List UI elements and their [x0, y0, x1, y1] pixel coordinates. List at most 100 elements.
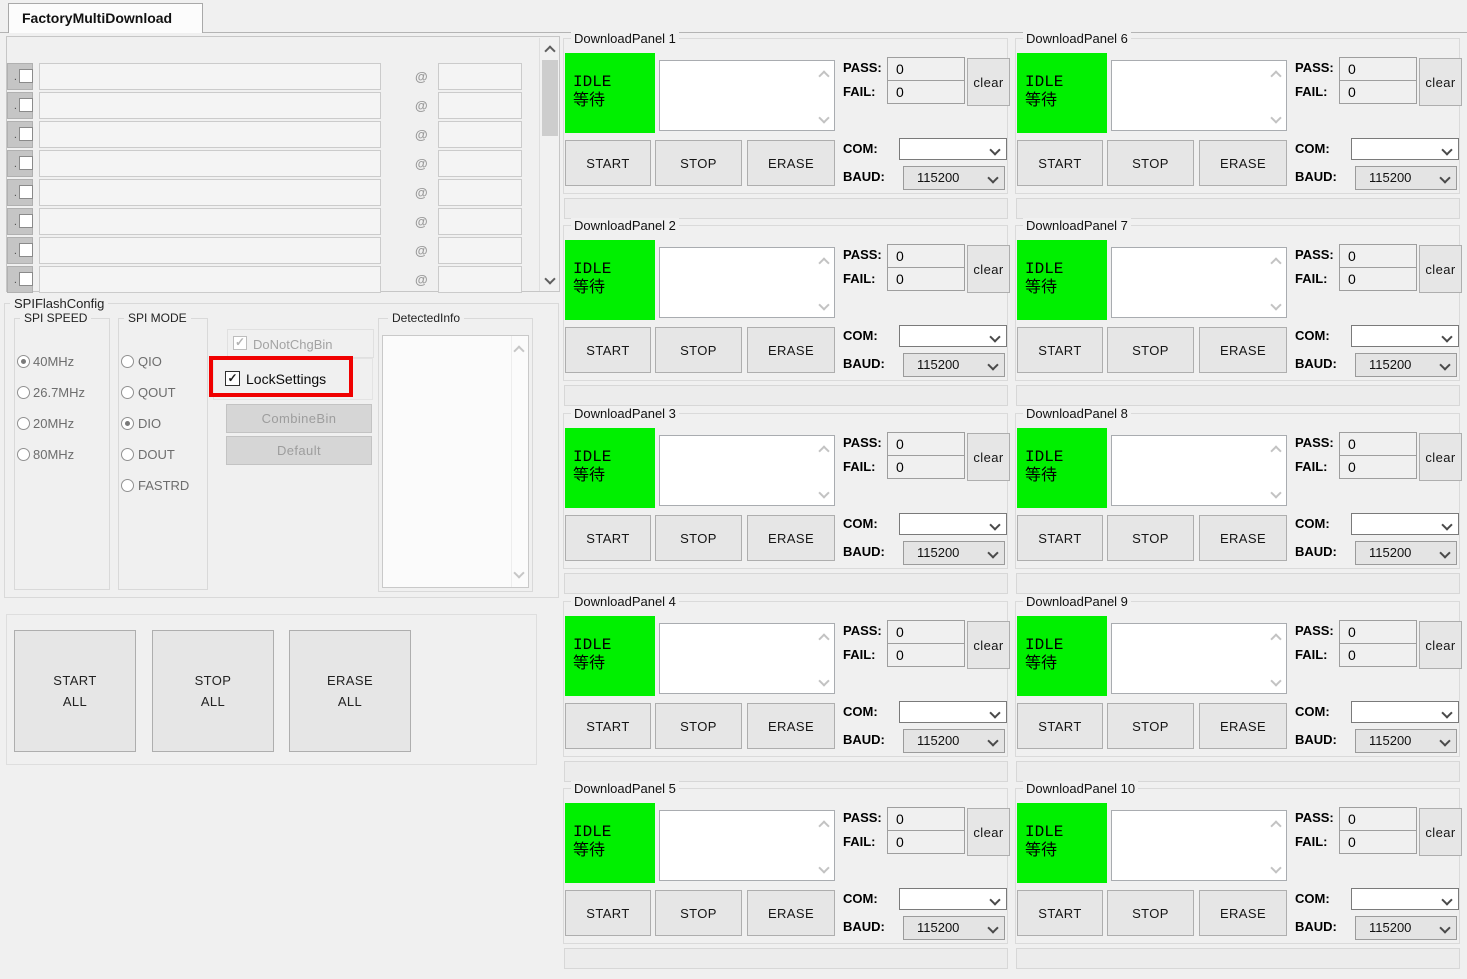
- file-row-checkbox[interactable]: [19, 243, 33, 257]
- baud-rate-select[interactable]: 115200: [903, 166, 1005, 190]
- radio-40mhz[interactable]: [17, 355, 30, 368]
- erase-button[interactable]: ERASE: [1199, 140, 1287, 186]
- start-button[interactable]: START: [565, 140, 651, 186]
- start-all-button[interactable]: START ALL: [14, 630, 136, 752]
- com-port-select[interactable]: [1351, 888, 1459, 910]
- address-input[interactable]: [438, 150, 522, 177]
- scroll-up-icon[interactable]: [819, 444, 829, 454]
- scroll-up-icon[interactable]: [1271, 256, 1281, 266]
- scroll-down-icon[interactable]: [819, 677, 829, 687]
- scroll-down-icon[interactable]: [1271, 677, 1281, 687]
- file-path-input[interactable]: [39, 179, 381, 206]
- address-input[interactable]: [438, 121, 522, 148]
- pass-count-field[interactable]: 0: [887, 57, 965, 81]
- fail-count-field[interactable]: 0: [887, 80, 965, 104]
- erase-button[interactable]: ERASE: [747, 140, 835, 186]
- scroll-down-icon[interactable]: [819, 864, 829, 874]
- radio-26-7mhz[interactable]: [17, 386, 30, 399]
- baud-rate-select[interactable]: 115200: [903, 729, 1005, 753]
- panel-log-area[interactable]: [1111, 435, 1287, 506]
- erase-button[interactable]: ERASE: [1199, 890, 1287, 936]
- file-row-checkbox[interactable]: [19, 127, 33, 141]
- clear-button[interactable]: clear: [1419, 808, 1462, 856]
- pass-count-field[interactable]: 0: [887, 244, 965, 268]
- clear-button[interactable]: clear: [967, 58, 1010, 106]
- scroll-up-icon[interactable]: [819, 819, 829, 829]
- fail-count-field[interactable]: 0: [887, 643, 965, 667]
- address-input[interactable]: [438, 92, 522, 119]
- panel-log-area[interactable]: [1111, 810, 1287, 881]
- com-port-select[interactable]: [1351, 138, 1459, 160]
- clear-button[interactable]: clear: [967, 433, 1010, 481]
- file-row-checkbox[interactable]: [19, 69, 33, 83]
- fail-count-field[interactable]: 0: [1339, 643, 1417, 667]
- baud-rate-select[interactable]: 115200: [1355, 916, 1457, 940]
- address-input[interactable]: [438, 237, 522, 264]
- scroll-down-icon[interactable]: [819, 489, 829, 499]
- pass-count-field[interactable]: 0: [1339, 807, 1417, 831]
- address-input[interactable]: [438, 179, 522, 206]
- panel-log-area[interactable]: [659, 435, 835, 506]
- pass-count-field[interactable]: 0: [1339, 57, 1417, 81]
- pass-count-field[interactable]: 0: [1339, 620, 1417, 644]
- address-input[interactable]: [438, 208, 522, 235]
- pass-count-field[interactable]: 0: [1339, 244, 1417, 268]
- baud-rate-select[interactable]: 115200: [1355, 353, 1457, 377]
- radio-dio[interactable]: [121, 417, 134, 430]
- erase-button[interactable]: ERASE: [747, 515, 835, 561]
- scroll-up-icon[interactable]: [1271, 444, 1281, 454]
- stop-button[interactable]: STOP: [1107, 327, 1194, 373]
- baud-rate-select[interactable]: 115200: [1355, 541, 1457, 565]
- baud-rate-select[interactable]: 115200: [903, 916, 1005, 940]
- fail-count-field[interactable]: 0: [1339, 80, 1417, 104]
- com-port-select[interactable]: [1351, 325, 1459, 347]
- radio-80mhz[interactable]: [17, 448, 30, 461]
- clear-button[interactable]: clear: [1419, 433, 1462, 481]
- start-button[interactable]: START: [565, 890, 651, 936]
- panel-log-area[interactable]: [659, 60, 835, 131]
- erase-all-button[interactable]: ERASE ALL: [289, 630, 411, 752]
- panel-log-area[interactable]: [659, 810, 835, 881]
- scroll-up-icon[interactable]: [1271, 819, 1281, 829]
- fail-count-field[interactable]: 0: [887, 267, 965, 291]
- baud-rate-select[interactable]: 115200: [903, 541, 1005, 565]
- tab-factorymultidownload[interactable]: FactoryMultiDownload: [8, 3, 203, 33]
- clear-button[interactable]: clear: [1419, 245, 1462, 293]
- clear-button[interactable]: clear: [967, 621, 1010, 669]
- clear-button[interactable]: clear: [967, 808, 1010, 856]
- fail-count-field[interactable]: 0: [1339, 455, 1417, 479]
- clear-button[interactable]: clear: [1419, 58, 1462, 106]
- scroll-up-icon[interactable]: [1271, 69, 1281, 79]
- scroll-up-icon[interactable]: [819, 632, 829, 642]
- scroll-down-icon[interactable]: [819, 114, 829, 124]
- scroll-up-icon[interactable]: [1271, 632, 1281, 642]
- file-row-checkbox[interactable]: [19, 185, 33, 199]
- scrollbar-down-icon[interactable]: [545, 275, 555, 285]
- radio-fastrd[interactable]: [121, 479, 134, 492]
- com-port-select[interactable]: [899, 138, 1007, 160]
- erase-button[interactable]: ERASE: [1199, 515, 1287, 561]
- panel-log-area[interactable]: [1111, 623, 1287, 694]
- erase-button[interactable]: ERASE: [1199, 703, 1287, 749]
- panel-log-area[interactable]: [659, 247, 835, 318]
- pass-count-field[interactable]: 0: [887, 620, 965, 644]
- file-path-input[interactable]: [39, 63, 381, 90]
- com-port-select[interactable]: [1351, 513, 1459, 535]
- fail-count-field[interactable]: 0: [887, 830, 965, 854]
- scroll-down-icon[interactable]: [1271, 114, 1281, 124]
- detected-info-area[interactable]: [382, 335, 529, 588]
- scroll-down-icon[interactable]: [819, 301, 829, 311]
- address-input[interactable]: [438, 63, 522, 90]
- pass-count-field[interactable]: 0: [1339, 432, 1417, 456]
- scrollbar-up-icon[interactable]: [545, 44, 555, 54]
- pass-count-field[interactable]: 0: [887, 807, 965, 831]
- start-button[interactable]: START: [1017, 515, 1103, 561]
- scroll-down-icon[interactable]: [514, 569, 524, 579]
- start-button[interactable]: START: [1017, 140, 1103, 186]
- scroll-up-icon[interactable]: [819, 256, 829, 266]
- baud-rate-select[interactable]: 115200: [1355, 166, 1457, 190]
- scroll-up-icon[interactable]: [819, 69, 829, 79]
- erase-button[interactable]: ERASE: [747, 890, 835, 936]
- scroll-down-icon[interactable]: [1271, 864, 1281, 874]
- fail-count-field[interactable]: 0: [887, 455, 965, 479]
